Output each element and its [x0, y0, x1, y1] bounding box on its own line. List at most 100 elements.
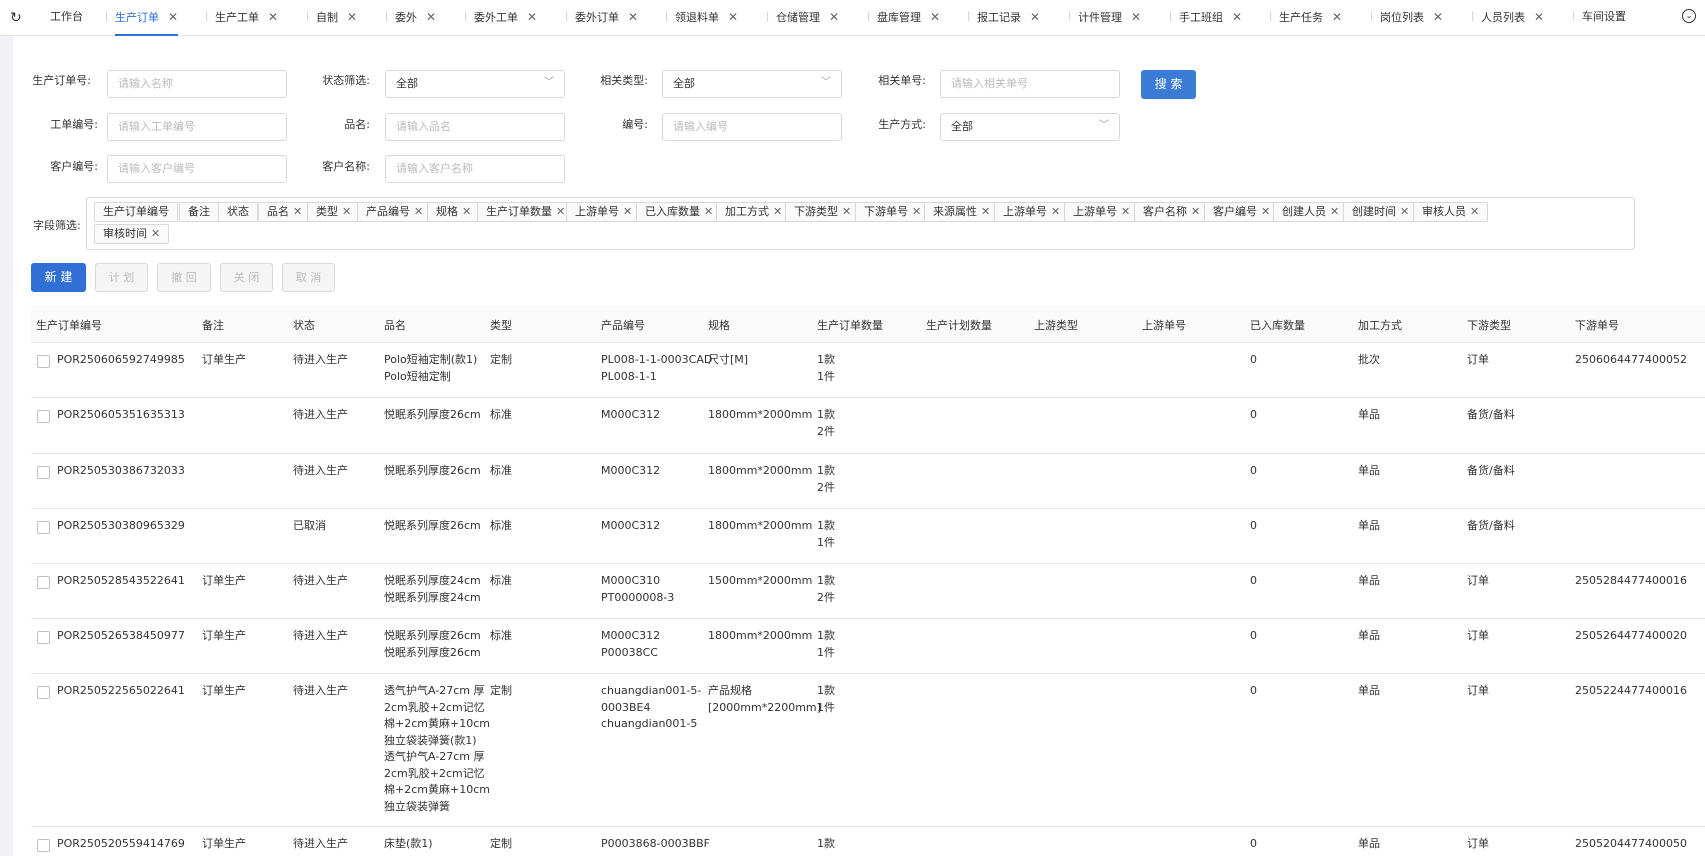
close-icon[interactable]: ✕	[930, 10, 940, 24]
close-icon[interactable]: ✕	[168, 10, 178, 24]
row-checkbox[interactable]	[37, 576, 50, 589]
table-row[interactable]: POR250522565022641 订单生产 待进入生产 透气护气A-27cm 厚2…	[31, 674, 1705, 827]
order-no-link[interactable]: POR250522565022641	[57, 681, 185, 700]
product-name-input[interactable]: 请输入品名	[385, 113, 565, 141]
new-button[interactable]: 新 建	[31, 263, 86, 292]
close-icon[interactable]: ✕	[628, 10, 638, 24]
close-icon[interactable]: ✕	[1030, 10, 1040, 24]
tab-5[interactable]: | 委外 ✕	[385, 0, 436, 36]
tab-17[interactable]: | 车间设置	[1572, 0, 1626, 36]
column-header[interactable]: 品名	[384, 317, 406, 333]
close-icon[interactable]: ✕	[829, 10, 839, 24]
field-chip[interactable]: 下游类型 ✕	[785, 202, 861, 222]
customer-no-input[interactable]: 请输入客户编号	[107, 155, 287, 183]
close-button[interactable]: 关 闭	[220, 263, 273, 292]
column-header[interactable]: 产品编号	[601, 317, 645, 333]
search-button[interactable]: 搜 索	[1141, 70, 1196, 99]
field-chip[interactable]: 状态	[218, 202, 258, 222]
order-no-link[interactable]: POR250526538450977	[57, 626, 185, 645]
close-icon[interactable]: ✕	[728, 10, 738, 24]
table-row[interactable]: POR250605351635313 待进入生产 悦眠系列厚度26cm 标准 M000C…	[31, 398, 1705, 454]
order-no-input[interactable]: 请输入名称	[107, 70, 287, 98]
cancel-button[interactable]: 取 消	[282, 263, 335, 292]
column-header[interactable]: 生产计划数量	[926, 317, 992, 333]
close-icon[interactable]: ✕	[842, 205, 851, 218]
close-icon[interactable]: ✕	[981, 205, 990, 218]
field-chip[interactable]: 规格 ✕	[427, 202, 481, 222]
close-icon[interactable]: ✕	[1534, 10, 1544, 24]
tab-13[interactable]: | 手工班组 ✕	[1169, 0, 1242, 36]
code-input[interactable]: 请输入编号	[662, 113, 842, 141]
field-chip[interactable]: 创建时间 ✕	[1343, 202, 1419, 222]
tab-12[interactable]: | 计件管理 ✕	[1068, 0, 1141, 36]
work-order-no-input[interactable]: 请输入工单编号	[107, 113, 287, 141]
table-row[interactable]: POR250520559414769 订单生产 待进入生产 床垫(款1) 定制 P0003…	[31, 827, 1705, 856]
table-row[interactable]: POR250528543522641 订单生产 待进入生产 悦眠系列厚度24cm 悦眠系…	[31, 564, 1705, 619]
close-icon[interactable]: ✕	[912, 205, 921, 218]
tab-11[interactable]: | 报工记录 ✕	[967, 0, 1040, 36]
close-icon[interactable]: ✕	[1332, 10, 1342, 24]
close-icon[interactable]: ✕	[527, 10, 537, 24]
row-checkbox[interactable]	[37, 521, 50, 534]
close-icon[interactable]: ✕	[1121, 205, 1130, 218]
field-chip[interactable]: 审核人员 ✕	[1413, 202, 1489, 222]
close-icon[interactable]: ✕	[462, 205, 471, 218]
field-chip[interactable]: 下游单号 ✕	[855, 202, 931, 222]
field-chip[interactable]: 生产订单编号	[94, 202, 178, 222]
close-icon[interactable]: ✕	[1191, 205, 1200, 218]
refresh-icon[interactable]: ↻	[10, 10, 22, 26]
close-icon[interactable]: ✕	[1433, 10, 1443, 24]
column-header[interactable]: 备注	[202, 317, 224, 333]
order-no-link[interactable]: POR250530380965329	[57, 516, 185, 535]
column-header[interactable]: 类型	[490, 317, 512, 333]
tab-16[interactable]: | 人员列表 ✕	[1471, 0, 1544, 36]
close-icon[interactable]: ✕	[556, 205, 565, 218]
table-row[interactable]: POR250530386732033 待进入生产 悦眠系列厚度26cm 标准 M000C…	[31, 454, 1705, 509]
row-checkbox[interactable]	[37, 355, 50, 368]
related-type-select[interactable]: 全部 ﹀	[662, 70, 842, 98]
column-header[interactable]: 上游类型	[1034, 317, 1078, 333]
close-icon[interactable]: ✕	[1261, 205, 1270, 218]
tab-15[interactable]: | 岗位列表 ✕	[1370, 0, 1443, 36]
tab-10[interactable]: | 盘库管理 ✕	[867, 0, 940, 36]
column-header[interactable]: 规格	[708, 317, 730, 333]
tab-3[interactable]: | 生产工单 ✕	[205, 0, 278, 36]
row-checkbox[interactable]	[37, 410, 50, 423]
order-no-link[interactable]: POR250528543522641	[57, 571, 185, 590]
field-chip[interactable]: 来源属性 ✕	[924, 202, 1000, 222]
close-icon[interactable]: ✕	[1131, 10, 1141, 24]
field-chip[interactable]: 品名 ✕	[258, 202, 312, 222]
close-icon[interactable]: ✕	[414, 205, 423, 218]
field-chip[interactable]: 类型 ✕	[307, 202, 361, 222]
close-icon[interactable]: ✕	[268, 10, 278, 24]
field-chip[interactable]: 上游单号 ✕	[1064, 202, 1140, 222]
field-chip[interactable]: 创建人员 ✕	[1273, 202, 1349, 222]
column-header[interactable]: 加工方式	[1358, 317, 1402, 333]
table-row[interactable]: POR250526538450977 订单生产 待进入生产 悦眠系列厚度26cm 悦眠系…	[31, 619, 1705, 674]
tab-14[interactable]: | 生产任务 ✕	[1269, 0, 1342, 36]
close-icon[interactable]: ✕	[1330, 205, 1339, 218]
row-checkbox[interactable]	[37, 686, 50, 699]
close-icon[interactable]: ✕	[704, 205, 713, 218]
close-icon[interactable]: ✕	[623, 205, 632, 218]
field-chip[interactable]: 生产订单数量 ✕	[477, 202, 575, 222]
column-header[interactable]: 生产订单数量	[817, 317, 883, 333]
tab-4[interactable]: | 自制 ✕	[306, 0, 357, 36]
field-chip[interactable]: 客户名称 ✕	[1134, 202, 1210, 222]
revoke-button[interactable]: 撤 回	[157, 263, 211, 292]
close-icon[interactable]: ✕	[773, 205, 782, 218]
column-header[interactable]: 生产订单编号	[36, 317, 102, 333]
field-chip[interactable]: 加工方式 ✕	[716, 202, 792, 222]
close-icon[interactable]: ✕	[1400, 205, 1409, 218]
field-chip[interactable]: 产品编号 ✕	[357, 202, 433, 222]
field-chip[interactable]: 备注	[179, 202, 219, 222]
close-icon[interactable]: ✕	[1051, 205, 1060, 218]
order-no-link[interactable]: POR250530386732033	[57, 461, 185, 480]
order-no-link[interactable]: POR250520559414769	[57, 834, 185, 853]
tab-8[interactable]: | 领退料单 ✕	[665, 0, 738, 36]
field-chip[interactable]: 上游单号 ✕	[994, 202, 1070, 222]
field-chip[interactable]: 已入库数量 ✕	[636, 202, 723, 222]
tab-7[interactable]: | 委外订单 ✕	[565, 0, 638, 36]
close-icon[interactable]: ✕	[342, 205, 351, 218]
column-header[interactable]: 下游类型	[1467, 317, 1511, 333]
